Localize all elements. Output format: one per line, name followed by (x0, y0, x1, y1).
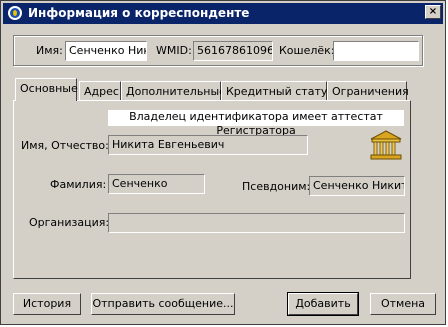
organization-field[interactable] (108, 213, 405, 233)
nickname-field[interactable]: Сенченко Никита (309, 176, 405, 196)
tab-additional[interactable]: Дополнительные (121, 81, 226, 100)
last-name-label: Фамилия: (50, 178, 107, 191)
purse-field[interactable] (333, 41, 419, 61)
cancel-button[interactable]: Отмена (370, 293, 436, 315)
send-message-button[interactable]: Отправить сообщение... (91, 293, 235, 315)
wmid-field[interactable]: 561678610962 (193, 41, 273, 61)
wmid-label: WMID: (156, 44, 192, 57)
purse-label: Кошелёк: (279, 44, 335, 57)
correspondent-info-window: Информация о корреспонденте × Имя: Сенче… (0, 0, 446, 325)
close-button[interactable]: × (425, 5, 441, 19)
first-name-label: Имя, Отчество: (21, 139, 109, 152)
attestat-notice: Владелец идентификатора имеет аттестат Р… (108, 110, 404, 137)
name-field[interactable]: Сенченко Никит (65, 41, 147, 61)
last-name-field[interactable]: Сенченко (108, 174, 205, 194)
tab-credit-status[interactable]: Кредитный статус (221, 81, 333, 100)
window-title: Информация о корреспонденте (28, 6, 250, 20)
nickname-label: Псевдоним: (242, 180, 311, 193)
tab-restrictions[interactable]: Ограничения (327, 81, 409, 100)
first-name-field[interactable]: Никита Евгеньевич (108, 135, 308, 155)
tab-address[interactable]: Адрес (79, 81, 121, 100)
add-button[interactable]: Добавить (287, 292, 359, 316)
webmoney-icon (8, 6, 22, 20)
name-label: Имя: (36, 44, 63, 57)
title-bar: Информация о корреспонденте × (3, 3, 443, 24)
organization-label: Организация: (29, 216, 110, 229)
history-button[interactable]: История (13, 293, 81, 315)
registrar-building-icon (370, 130, 402, 160)
tab-main[interactable]: Основные (15, 78, 78, 101)
